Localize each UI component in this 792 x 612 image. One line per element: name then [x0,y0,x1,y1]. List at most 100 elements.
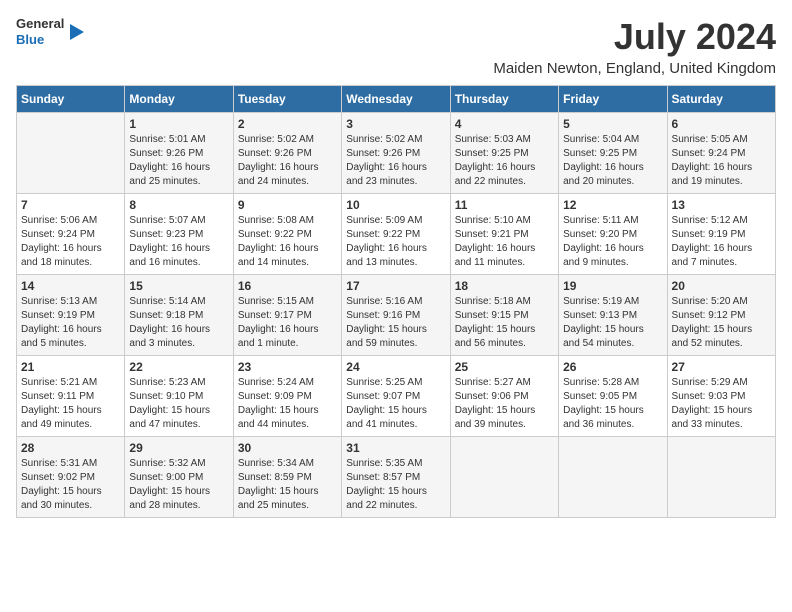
day-number: 6 [672,117,771,131]
day-number: 13 [672,198,771,212]
location-title: Maiden Newton, England, United Kingdom [493,60,776,77]
day-info: Sunrise: 5:31 AMSunset: 9:02 PMDaylight:… [21,457,120,513]
calendar-cell: 4 Sunrise: 5:03 AMSunset: 9:25 PMDaylight… [450,113,558,194]
calendar-cell: 25 Sunrise: 5:27 AMSunset: 9:06 PMDayligh… [450,356,558,437]
logo-general: General [16,16,64,32]
calendar-cell: 8 Sunrise: 5:07 AMSunset: 9:23 PMDaylight… [125,194,233,275]
logo-text: General Blue [16,16,64,47]
calendar-cell: 7Sunrise: 5:06 AMSunset: 9:24 PMDaylight… [17,194,125,275]
day-number: 28 [21,441,120,455]
day-info: Sunrise: 5:12 AMSunset: 9:19 PMDaylight:… [672,214,771,270]
calendar-cell: 28 Sunrise: 5:31 AMSunset: 9:02 PMDayligh… [17,437,125,518]
calendar-cell: 24 Sunrise: 5:25 AMSunset: 9:07 PMDayligh… [342,356,450,437]
weekday-header: Sunday [17,86,125,113]
calendar-week-row: 14Sunrise: 5:13 AMSunset: 9:19 PMDayligh… [17,275,776,356]
day-info: Sunrise: 5:25 AMSunset: 9:07 PMDaylight:… [346,376,445,432]
calendar-week-row: 1Sunrise: 5:01 AMSunset: 9:26 PMDaylight… [17,113,776,194]
calendar-cell: 29 Sunrise: 5:32 AMSunset: 9:00 PMDayligh… [125,437,233,518]
day-number: 29 [129,441,228,455]
calendar-cell [667,437,775,518]
day-number: 4 [455,117,554,131]
calendar-cell: 15 Sunrise: 5:14 AMSunset: 9:18 PMDayligh… [125,275,233,356]
day-number: 20 [672,279,771,293]
day-number: 23 [238,360,337,374]
calendar-cell: 13 Sunrise: 5:12 AMSunset: 9:19 PMDayligh… [667,194,775,275]
logo: General Blue [16,16,84,47]
day-info: Sunrise: 5:11 AMSunset: 9:20 PMDaylight:… [563,214,662,270]
day-info: Sunrise: 5:03 AMSunset: 9:25 PMDaylight:… [455,133,554,189]
day-number: 11 [455,198,554,212]
day-number: 5 [563,117,662,131]
logo-blue: Blue [16,32,64,48]
day-info: Sunrise: 5:35 AMSunset: 8:57 PMDaylight:… [346,457,445,513]
day-number: 15 [129,279,228,293]
calendar-cell: 20Sunrise: 5:20 AMSunset: 9:12 PMDayligh… [667,275,775,356]
weekday-header: Friday [559,86,667,113]
day-info: Sunrise: 5:18 AMSunset: 9:15 PMDaylight:… [455,295,554,351]
day-info: Sunrise: 5:07 AMSunset: 9:23 PMDaylight:… [129,214,228,270]
calendar-cell: 2Sunrise: 5:02 AMSunset: 9:26 PMDaylight… [233,113,341,194]
calendar-cell: 21Sunrise: 5:21 AMSunset: 9:11 PMDayligh… [17,356,125,437]
calendar-cell: 3 Sunrise: 5:02 AMSunset: 9:26 PMDaylight… [342,113,450,194]
calendar-cell: 27Sunrise: 5:29 AMSunset: 9:03 PMDayligh… [667,356,775,437]
day-number: 31 [346,441,445,455]
day-info: Sunrise: 5:08 AMSunset: 9:22 PMDaylight:… [238,214,337,270]
day-number: 27 [672,360,771,374]
day-info: Sunrise: 5:32 AMSunset: 9:00 PMDaylight:… [129,457,228,513]
title-area: July 2024 Maiden Newton, England, United… [493,16,776,77]
day-number: 8 [129,198,228,212]
day-number: 16 [238,279,337,293]
day-number: 3 [346,117,445,131]
calendar-cell: 10 Sunrise: 5:09 AMSunset: 9:22 PMDayligh… [342,194,450,275]
day-info: Sunrise: 5:06 AMSunset: 9:24 PMDaylight:… [21,214,120,270]
day-info: Sunrise: 5:10 AMSunset: 9:21 PMDaylight:… [455,214,554,270]
calendar-cell: 22Sunrise: 5:23 AMSunset: 9:10 PMDayligh… [125,356,233,437]
month-title: July 2024 [493,16,776,58]
calendar-cell: 19Sunrise: 5:19 AMSunset: 9:13 PMDayligh… [559,275,667,356]
day-number: 18 [455,279,554,293]
logo-arrow-icon [70,24,84,40]
day-info: Sunrise: 5:02 AMSunset: 9:26 PMDaylight:… [346,133,445,189]
day-number: 10 [346,198,445,212]
day-number: 25 [455,360,554,374]
calendar-cell: 17Sunrise: 5:16 AMSunset: 9:16 PMDayligh… [342,275,450,356]
calendar-week-row: 21Sunrise: 5:21 AMSunset: 9:11 PMDayligh… [17,356,776,437]
day-number: 12 [563,198,662,212]
calendar-week-row: 7Sunrise: 5:06 AMSunset: 9:24 PMDaylight… [17,194,776,275]
calendar-cell: 30Sunrise: 5:34 AMSunset: 8:59 PMDayligh… [233,437,341,518]
day-info: Sunrise: 5:14 AMSunset: 9:18 PMDaylight:… [129,295,228,351]
calendar-cell: 18 Sunrise: 5:18 AMSunset: 9:15 PMDayligh… [450,275,558,356]
weekday-header-row: SundayMondayTuesdayWednesdayThursdayFrid… [17,86,776,113]
weekday-header: Thursday [450,86,558,113]
calendar-cell: 14Sunrise: 5:13 AMSunset: 9:19 PMDayligh… [17,275,125,356]
day-info: Sunrise: 5:01 AMSunset: 9:26 PMDaylight:… [129,133,228,189]
day-info: Sunrise: 5:04 AMSunset: 9:25 PMDaylight:… [563,133,662,189]
page-header: General Blue July 2024 Maiden Newton, En… [16,16,776,77]
calendar-cell: 23 Sunrise: 5:24 AMSunset: 9:09 PMDayligh… [233,356,341,437]
weekday-header: Wednesday [342,86,450,113]
day-number: 26 [563,360,662,374]
day-info: Sunrise: 5:24 AMSunset: 9:09 PMDaylight:… [238,376,337,432]
day-info: Sunrise: 5:27 AMSunset: 9:06 PMDaylight:… [455,376,554,432]
day-number: 24 [346,360,445,374]
calendar-cell [559,437,667,518]
day-info: Sunrise: 5:16 AMSunset: 9:16 PMDaylight:… [346,295,445,351]
calendar-cell: 1Sunrise: 5:01 AMSunset: 9:26 PMDaylight… [125,113,233,194]
day-info: Sunrise: 5:28 AMSunset: 9:05 PMDaylight:… [563,376,662,432]
calendar-cell: 9 Sunrise: 5:08 AMSunset: 9:22 PMDaylight… [233,194,341,275]
weekday-header: Monday [125,86,233,113]
day-number: 14 [21,279,120,293]
day-info: Sunrise: 5:21 AMSunset: 9:11 PMDaylight:… [21,376,120,432]
calendar-cell [17,113,125,194]
calendar-week-row: 28 Sunrise: 5:31 AMSunset: 9:02 PMDayligh… [17,437,776,518]
day-info: Sunrise: 5:05 AMSunset: 9:24 PMDaylight:… [672,133,771,189]
day-info: Sunrise: 5:02 AMSunset: 9:26 PMDaylight:… [238,133,337,189]
day-info: Sunrise: 5:19 AMSunset: 9:13 PMDaylight:… [563,295,662,351]
day-info: Sunrise: 5:09 AMSunset: 9:22 PMDaylight:… [346,214,445,270]
day-number: 9 [238,198,337,212]
calendar-cell: 31 Sunrise: 5:35 AMSunset: 8:57 PMDayligh… [342,437,450,518]
calendar-cell [450,437,558,518]
day-info: Sunrise: 5:23 AMSunset: 9:10 PMDaylight:… [129,376,228,432]
day-info: Sunrise: 5:34 AMSunset: 8:59 PMDaylight:… [238,457,337,513]
calendar-cell: 5 Sunrise: 5:04 AMSunset: 9:25 PMDaylight… [559,113,667,194]
